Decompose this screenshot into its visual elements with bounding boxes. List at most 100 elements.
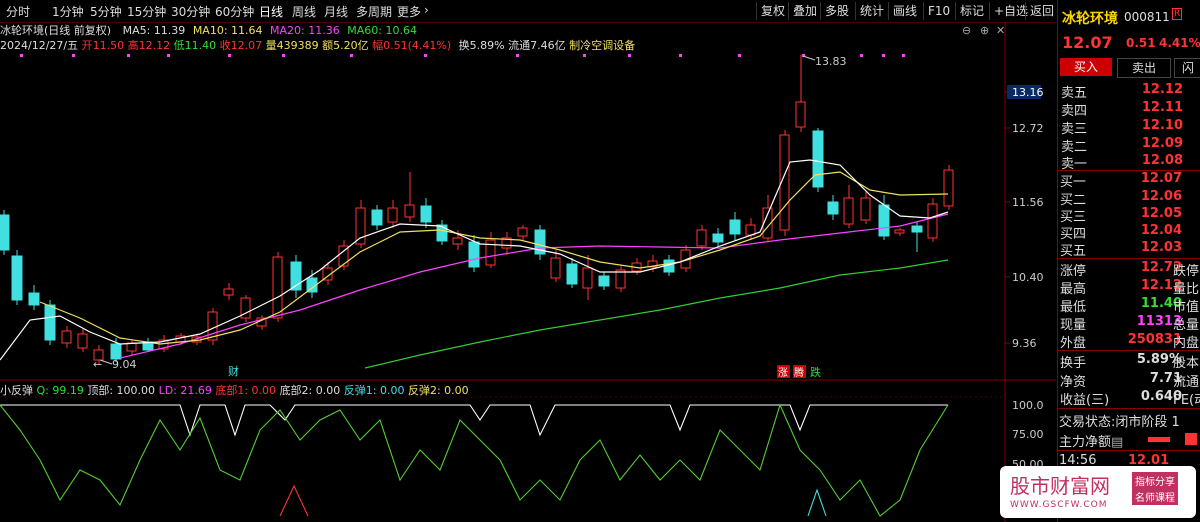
trade-state-label: 交易状态: (1059, 415, 1116, 430)
sell-price: 12.12 (1141, 82, 1183, 97)
indicator-header: 小反弹 Q: 99.19 顶部: 100.00 LD: 21.69 底部1: 0… (0, 382, 469, 397)
stat2-label2: 流通 (1173, 375, 1200, 390)
stats-block: 涨停 12.72 跌停 最高 12.12 量比 最低 11.40 市值 现量 11313 总量 … (1057, 260, 1200, 351)
ma20-line (119, 213, 949, 359)
indicator-rebound2: 反弹2: 0.00 (407, 384, 469, 397)
sell-button[interactable]: 卖出 (1117, 58, 1171, 78)
main-flow-bar (1148, 437, 1170, 442)
trade-state-value: 闭市阶段 (1115, 415, 1168, 430)
trade-state: 交易状态:闭市阶段 1 (1059, 411, 1180, 430)
axis-label-9-36: 9.36 (1012, 337, 1037, 350)
indicator-name[interactable]: 小反弹 (0, 384, 33, 397)
high-annotation: 13.83 (802, 55, 847, 68)
indicator-rebound1: 反弹1: 0.00 (343, 384, 405, 397)
buy-row-5: 买五 12.03 (1059, 240, 1200, 259)
divider (1057, 450, 1200, 451)
stat-label: 现量 (1060, 318, 1087, 333)
cai-marker: 财 (228, 364, 239, 378)
sell-row-2: 卖二 12.09 (1060, 136, 1200, 155)
main-flow-indicator (1185, 433, 1197, 445)
axis-label-11-56: 11.56 (1012, 196, 1044, 209)
buy-row-4: 买四 12.04 (1059, 223, 1200, 242)
main-flow-label: 主力净额 (1059, 435, 1112, 450)
top-line (0, 404, 948, 437)
buy-book: 买一 12.07 买二 12.06 买三 12.05 买四 12.04 买五 12.03 (1057, 171, 1200, 261)
axis-label-12-72: 12.72 (1012, 122, 1044, 135)
high-label: 13.83 (815, 55, 847, 68)
stat2-row: 换手 5.89% 股本 (1059, 352, 1200, 371)
candlesticks (0, 55, 954, 365)
die-marker: 跌 (810, 365, 821, 379)
bottom-signal-cyan (807, 488, 827, 517)
stat-row: 最低 11.40 市值 (1059, 296, 1200, 315)
buy-label: 买一 (1060, 175, 1087, 190)
sell-price: 12.10 (1141, 118, 1183, 133)
stat2-label: 收益(三) (1060, 393, 1110, 408)
stats2-block: 换手5.89%股本 净资7.71流通 收益(三)0.640PE(动 (1057, 352, 1200, 408)
main-flow[interactable]: 主力净额▤ (1059, 431, 1123, 450)
sell-price: 12.08 (1141, 153, 1183, 168)
indicator-lines (0, 403, 949, 517)
stat-label2: 量比 (1173, 282, 1200, 297)
sell-label: 卖四 (1061, 104, 1088, 119)
signal-dots (20, 54, 905, 57)
stat2-row: 收益(三)0.640PE(动 (1059, 389, 1200, 408)
indicator-top: 顶部: 100.00 (87, 384, 156, 397)
teng-marker: 腾 (794, 366, 804, 379)
indicator-bottom2: 底部2: 0.00 (279, 384, 341, 397)
stat2-row: 净资 7.71 流通 (1059, 371, 1200, 390)
buy-price: 12.07 (1140, 171, 1182, 186)
stock-name: 冰轮环境 (1062, 11, 1118, 27)
sell-price: 12.11 (1141, 100, 1183, 115)
low-arrow: ← (93, 358, 102, 371)
grid-icon: ▤ (1111, 435, 1124, 450)
stat-label: 涨停 (1060, 264, 1087, 279)
stat-row: 涨停 12.72 跌停 (1059, 260, 1200, 279)
bottom-signal-red (279, 484, 309, 517)
low-label: 9.04 (112, 358, 137, 371)
watermark-tag1: 指标分享 (1132, 472, 1178, 489)
watermark-tag2: 名师课程 (1132, 488, 1178, 505)
buy-button[interactable]: 买入 (1060, 58, 1112, 76)
stat-label: 外盘 (1060, 336, 1087, 351)
stat-label: 最高 (1060, 282, 1087, 297)
flash-button[interactable]: 闪 (1174, 58, 1200, 78)
stat-label: 最低 (1060, 300, 1087, 315)
stat2-label: 净资 (1060, 375, 1087, 390)
stat-label2: 市值 (1173, 300, 1200, 315)
price-change-pct: 4.41% (1159, 36, 1200, 50)
divider (1057, 350, 1200, 351)
sell-row-4: 卖四 12.11 (1060, 100, 1200, 119)
divider (1057, 258, 1200, 259)
ind-axis-75: 75.00 (1012, 428, 1044, 441)
watermark-title: 股市财富网 (1010, 474, 1110, 498)
watermark-url: WWW.GSCFW.COM (1010, 500, 1108, 510)
buy-price: 12.05 (1140, 206, 1182, 221)
trade-state-extra: 1 (1171, 415, 1180, 430)
kline-chart[interactable]: 13.83 ← 9.04 财 涨 腾 跌 (0, 0, 1056, 522)
candle-up (61, 55, 954, 365)
axis-label-13-16: 13.16 (1012, 86, 1044, 99)
sell-label: 卖五 (1061, 86, 1088, 101)
indicator-bottom1: 底部1: 0.00 (215, 384, 277, 397)
sell-price: 12.09 (1141, 136, 1183, 151)
stat-label2: 总量 (1173, 318, 1200, 333)
indicator-ld: LD: 21.69 (158, 384, 212, 397)
stat2-label2: 股本 (1173, 356, 1200, 371)
stat-row: 最高 12.12 量比 (1059, 278, 1200, 297)
price-change: 0.51 (1126, 36, 1156, 50)
stock-code: 000811 (1124, 10, 1170, 24)
sell-row-1: 卖一 12.08 (1060, 153, 1200, 172)
low-annotation: ← 9.04 (93, 358, 137, 371)
divider (1057, 408, 1200, 409)
current-price: 12.07 (1062, 33, 1113, 52)
axis-label-10-40: 10.40 (1012, 271, 1044, 284)
indicator-q: Q: 99.19 (36, 384, 84, 397)
q-line (0, 403, 949, 517)
watermark-logo: 股市财富网 指标分享 名师课程 WWW.GSCFW.COM (1000, 466, 1196, 518)
ma60-line (364, 259, 949, 369)
sell-label: 卖三 (1061, 122, 1088, 137)
buy-row-1: 买一 12.07 (1059, 171, 1200, 190)
stat-row: 外盘 250831 内盘 (1059, 332, 1200, 351)
stat2-label2: PE(动 (1173, 393, 1200, 408)
